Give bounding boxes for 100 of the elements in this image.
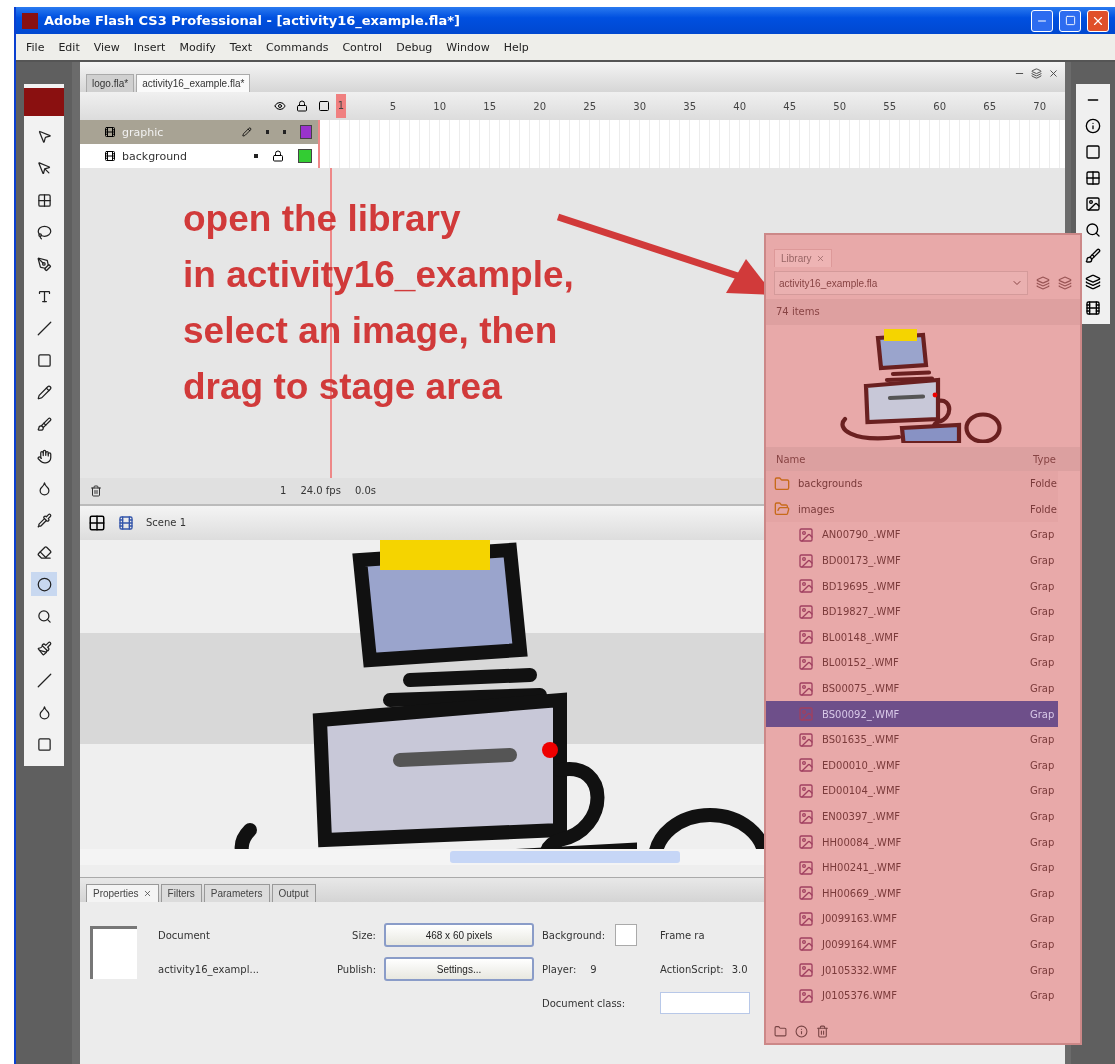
frame-number: 25 [582, 100, 596, 112]
properties-icon[interactable] [795, 1024, 808, 1038]
library-tab[interactable]: Library [774, 249, 832, 267]
library-item[interactable]: J0105376.WMF Grap [766, 982, 1058, 1009]
library-folder[interactable]: images Folde [766, 496, 1058, 523]
lock-icon[interactable] [272, 150, 284, 162]
tool-icon [36, 384, 52, 400]
frame-number: 30 [632, 100, 646, 112]
menu-item[interactable]: Window [440, 38, 496, 56]
minimize-button[interactable] [1031, 9, 1053, 32]
close-button[interactable] [1087, 9, 1109, 32]
properties-tab[interactable]: Properties [86, 884, 159, 902]
library-item[interactable]: J0105332.WMF Grap [766, 957, 1058, 983]
menu-item[interactable]: Control [336, 38, 389, 56]
tool-button[interactable] [31, 572, 57, 596]
menu-item[interactable]: Text [223, 38, 259, 56]
library-item[interactable]: BS00075_.WMF Grap [766, 675, 1058, 702]
library-item[interactable]: HH00084_.WMF Grap [766, 829, 1058, 855]
library-item[interactable]: BL00152_.WMF Grap [766, 650, 1058, 676]
actionscript-label: ActionScript: [660, 963, 724, 975]
layer-icon [104, 150, 116, 162]
panel-icon[interactable] [1085, 300, 1101, 316]
document-name: activity16_exampl... [158, 963, 260, 975]
tool-icon [36, 544, 52, 560]
pencil-icon [242, 126, 252, 138]
library-document-dropdown[interactable]: activity16_example.fla [774, 271, 1028, 295]
document-tab[interactable]: activity16_example.fla* [136, 74, 251, 92]
item-type: Grap [1030, 964, 1056, 976]
menu-item[interactable]: Edit [52, 38, 86, 56]
item-type: Folde [1030, 478, 1058, 490]
layer-color-swatch[interactable] [298, 149, 312, 163]
properties-tab[interactable]: Output [271, 884, 316, 902]
settings-button[interactable]: Settings... [384, 957, 534, 981]
panel-icon[interactable] [1085, 118, 1101, 134]
tool-icon [36, 480, 52, 496]
scrollbar-thumb[interactable] [450, 851, 680, 863]
tool-icon [36, 288, 52, 304]
library-item[interactable]: BD00173_.WMF Grap [766, 547, 1058, 574]
maximize-button[interactable] [1059, 9, 1081, 32]
frame-number: 1 [336, 94, 346, 118]
graphic-icon [798, 757, 814, 774]
background-color-swatch[interactable] [615, 924, 638, 946]
maximize-icon [1064, 15, 1076, 26]
menu-item[interactable]: Insert [127, 38, 172, 56]
size-button[interactable]: 468 x 60 pixels [384, 923, 534, 947]
document-tab[interactable]: logo.fla* [86, 74, 135, 92]
panel-icon[interactable] [1085, 248, 1101, 264]
panel-icon[interactable] [1085, 274, 1101, 290]
menu-item[interactable]: Modify [173, 38, 222, 56]
layer-row[interactable]: graphic [80, 120, 1065, 144]
library-item[interactable]: J0099163.WMF Grap [766, 906, 1058, 932]
frame-rate: 24.0 fps [300, 485, 341, 496]
item-name: ED00104_.WMF [822, 785, 902, 797]
library-item[interactable]: HH00241_.WMF Grap [766, 854, 1058, 881]
library-item[interactable]: BS01635_.WMF Grap [766, 726, 1058, 753]
item-type: Grap [1030, 913, 1056, 925]
tool-icon [36, 416, 52, 432]
current-frame: 1 [280, 485, 287, 496]
delete-layer-icon[interactable] [90, 484, 102, 497]
library-item[interactable]: BD19827_.WMF Grap [766, 598, 1058, 625]
menu-item[interactable]: File [20, 38, 51, 56]
outline-icon[interactable] [318, 100, 330, 112]
panel-icon[interactable] [1085, 196, 1101, 212]
library-item[interactable]: J0099164.WMF Grap [766, 931, 1058, 958]
delete-icon[interactable] [816, 1024, 829, 1038]
properties-tab[interactable]: Filters [160, 884, 202, 902]
eye-icon[interactable] [274, 100, 286, 112]
layer-color-swatch[interactable] [300, 125, 312, 139]
library-item[interactable]: ED00010_.WMF Grap [766, 752, 1058, 779]
close-icon[interactable] [1048, 68, 1059, 79]
column-header[interactable]: Type [1033, 453, 1056, 465]
lock-icon[interactable] [296, 100, 308, 112]
library-item[interactable]: BL00148_.WMF Grap [766, 624, 1058, 651]
frame-number: 10 [432, 100, 446, 112]
library-item[interactable]: BD19695_.WMF Grap [766, 573, 1058, 599]
column-header[interactable]: Name [776, 453, 806, 465]
library-item[interactable]: BS00092_.WMF Grap [766, 701, 1058, 727]
document-class-field[interactable] [660, 992, 750, 1014]
new-folder-icon[interactable] [774, 1024, 787, 1038]
menu-item[interactable]: View [87, 38, 126, 56]
properties-tab[interactable]: Parameters [203, 884, 270, 902]
scene-name: Scene 1 [146, 517, 187, 528]
close-icon[interactable] [142, 889, 152, 898]
library-item[interactable]: EN00397_.WMF Grap [766, 803, 1058, 830]
panel-icon[interactable] [1085, 144, 1101, 160]
item-name: BD00173_.WMF [822, 555, 902, 567]
panel-icon[interactable] [1085, 170, 1101, 186]
menu-item[interactable]: Debug [390, 38, 439, 56]
tool-icon [36, 640, 52, 656]
library-item[interactable]: HH00669_.WMF Grap [766, 880, 1058, 907]
library-folder[interactable]: backgrounds Folde [766, 471, 1058, 497]
frame-number: 40 [732, 100, 746, 112]
library-item[interactable]: ED00104_.WMF Grap [766, 778, 1058, 804]
panel-icon[interactable] [1085, 222, 1101, 238]
player-version: 9 [590, 963, 597, 975]
layer-row[interactable]: background [80, 144, 1065, 168]
menu-item[interactable]: Commands [260, 38, 335, 56]
item-name: BL00148_.WMF [822, 631, 900, 643]
menu-item[interactable]: Help [497, 38, 535, 56]
library-item[interactable]: AN00790_.WMF Grap [766, 522, 1058, 548]
